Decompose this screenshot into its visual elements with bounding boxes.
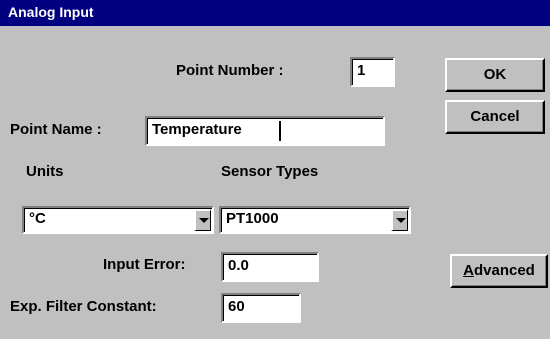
chevron-down-icon[interactable] bbox=[391, 209, 408, 231]
chevron-down-icon[interactable] bbox=[194, 209, 211, 231]
input-error-label: Input Error: bbox=[103, 256, 186, 273]
point-name-value: Temperature bbox=[152, 121, 242, 138]
advanced-label-rest: dvanced bbox=[473, 262, 535, 279]
point-name-field[interactable]: Temperature bbox=[145, 116, 385, 146]
point-number-value: 1 bbox=[357, 62, 366, 79]
filter-constant-field[interactable]: 60 bbox=[221, 293, 301, 323]
point-number-field[interactable]: 1 bbox=[350, 57, 395, 87]
units-dropdown[interactable]: °C bbox=[22, 206, 214, 234]
sensor-types-dropdown[interactable]: PT1000 bbox=[219, 206, 411, 234]
units-label: Units bbox=[26, 163, 64, 180]
sensor-types-selected-value: PT1000 bbox=[226, 210, 279, 227]
advanced-mnemonic: A bbox=[463, 262, 474, 279]
filter-constant-label: Exp. Filter Constant: bbox=[10, 298, 157, 315]
point-name-label: Point Name : bbox=[10, 121, 102, 138]
filter-constant-value: 60 bbox=[228, 298, 245, 315]
advanced-button[interactable]: Advanced bbox=[450, 254, 548, 288]
ok-button[interactable]: OK bbox=[445, 58, 545, 92]
point-number-label: Point Number : bbox=[176, 62, 284, 79]
input-error-field[interactable]: 0.0 bbox=[221, 252, 319, 282]
sensor-types-label: Sensor Types bbox=[221, 163, 319, 180]
units-selected-value: °C bbox=[29, 210, 46, 227]
input-error-value: 0.0 bbox=[228, 257, 249, 274]
window-title: Analog Input bbox=[8, 4, 94, 20]
title-bar[interactable]: Analog Input bbox=[0, 0, 550, 26]
text-caret bbox=[279, 121, 281, 141]
cancel-button[interactable]: Cancel bbox=[445, 100, 545, 134]
